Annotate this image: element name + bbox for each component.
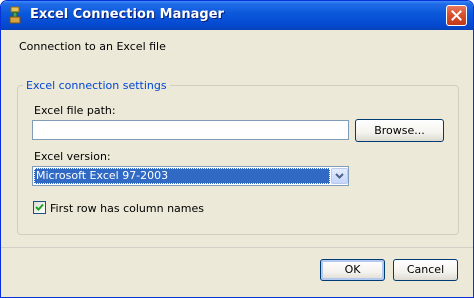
group-legend: Excel connection settings bbox=[23, 79, 170, 92]
close-icon bbox=[451, 10, 462, 21]
dropdown-button[interactable] bbox=[331, 168, 348, 184]
version-select[interactable]: Microsoft Excel 97-2003 bbox=[32, 166, 349, 186]
excel-connection-icon bbox=[7, 6, 23, 24]
separator bbox=[1, 247, 473, 248]
file-path-input[interactable] bbox=[32, 120, 349, 140]
first-row-checkbox[interactable] bbox=[33, 201, 46, 214]
version-selected-value: Microsoft Excel 97-2003 bbox=[34, 168, 330, 184]
ok-button[interactable]: OK bbox=[320, 259, 385, 281]
cancel-button[interactable]: Cancel bbox=[393, 259, 458, 281]
file-path-label: Excel file path: bbox=[34, 104, 116, 117]
version-label: Excel version: bbox=[34, 150, 111, 163]
chevron-down-icon bbox=[335, 173, 344, 179]
close-button[interactable] bbox=[446, 5, 467, 26]
window-title: Excel Connection Manager bbox=[30, 7, 224, 22]
dialog-description: Connection to an Excel file bbox=[19, 40, 166, 53]
browse-button[interactable]: Browse... bbox=[355, 119, 444, 142]
excel-connection-manager-dialog: Excel Connection Manager Connection to a… bbox=[0, 0, 474, 298]
first-row-label[interactable]: First row has column names bbox=[50, 202, 204, 215]
title-bar[interactable]: Excel Connection Manager bbox=[1, 1, 473, 30]
check-icon bbox=[35, 203, 44, 211]
